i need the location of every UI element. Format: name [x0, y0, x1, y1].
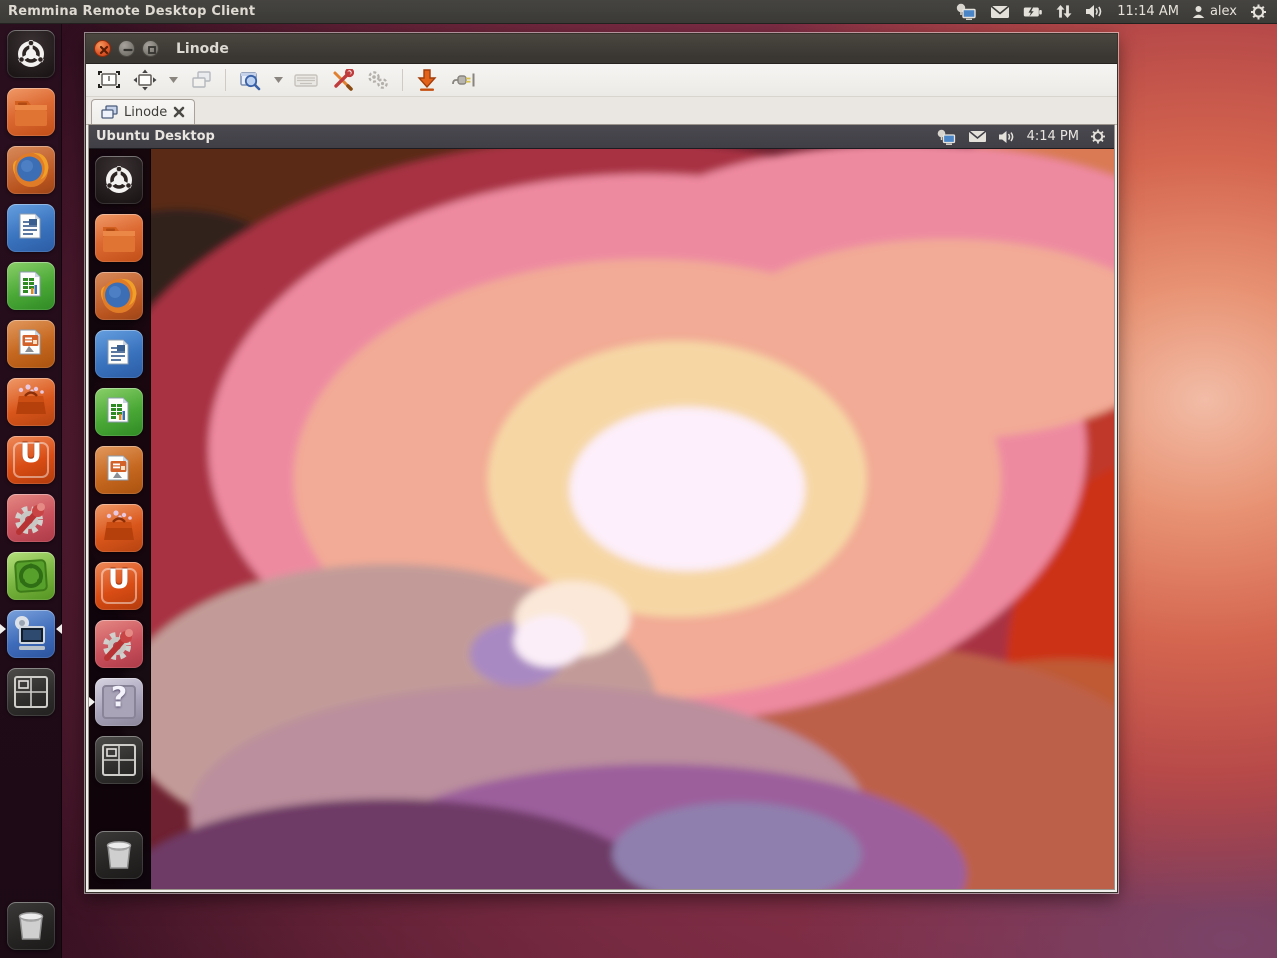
remote-rd-indicator-icon[interactable] — [936, 129, 957, 145]
remote-clock[interactable]: 4:14 PM — [1027, 129, 1079, 144]
desktop: Remmina Remote Desktop Client 11:14 AM a… — [0, 0, 1277, 958]
fit-window-menu-caret[interactable] — [166, 67, 180, 93]
battery-indicator-icon[interactable] — [1023, 6, 1043, 18]
fit-window-button[interactable] — [130, 67, 160, 93]
volume-indicator-icon[interactable] — [1085, 4, 1104, 19]
host-clock[interactable]: 11:14 AM — [1117, 4, 1179, 19]
remote-launcher-item-ubuntu-dash[interactable] — [95, 156, 143, 204]
launcher-item-remmina[interactable] — [7, 610, 55, 658]
minimize-button[interactable] — [118, 40, 135, 57]
remote-desktop-viewer[interactable]: Ubuntu Desktop 4:14 PM — [89, 125, 1114, 889]
remote-launcher-item-system-settings[interactable] — [95, 620, 143, 668]
grab-keyboard-button[interactable] — [291, 67, 321, 93]
launcher-item-ubuntu-dash[interactable] — [7, 30, 55, 78]
remote-focused-arrow — [89, 697, 95, 707]
tab-close-icon[interactable] — [173, 106, 185, 118]
remote-unity-launcher: U ? — [89, 149, 151, 889]
launcher-item-ubuntu-software-center[interactable] — [7, 378, 55, 426]
user-menu[interactable]: alex — [1192, 4, 1237, 19]
toolbar-separator — [402, 69, 403, 91]
remmina-window: Linode — [85, 33, 1118, 893]
remote-launcher-item-ubuntu-one[interactable]: U — [95, 562, 143, 610]
remote-launcher-item-ubuntu-software-center[interactable] — [95, 504, 143, 552]
launcher-item-trash[interactable] — [7, 902, 55, 950]
remote-ubuntu-one-letter: U — [95, 564, 143, 595]
launcher-item-workspace-switcher[interactable] — [7, 668, 55, 716]
user-icon — [1192, 5, 1205, 19]
duplicate-connection-button[interactable] — [186, 67, 216, 93]
scaled-mode-menu-caret[interactable] — [271, 67, 285, 93]
tab-label: Linode — [124, 105, 167, 120]
unknown-app-glyph: ? — [95, 680, 143, 713]
close-button[interactable] — [94, 40, 111, 57]
session-gear-icon[interactable] — [1250, 4, 1267, 20]
launcher-item-firefox[interactable] — [7, 146, 55, 194]
username: alex — [1210, 4, 1237, 19]
launcher-item-libreoffice-writer[interactable] — [7, 204, 55, 252]
remote-launcher-item-workspace-switcher[interactable] — [95, 736, 143, 784]
launcher-item-libreoffice-impress[interactable] — [7, 320, 55, 368]
save-screenshot-button[interactable] — [412, 67, 442, 93]
remote-desktop-indicator-icon[interactable] — [955, 3, 977, 20]
launcher-item-home-folder[interactable] — [7, 88, 55, 136]
tools-button[interactable] — [327, 67, 357, 93]
remote-top-panel: Ubuntu Desktop 4:14 PM — [89, 125, 1114, 149]
remote-launcher-item-libreoffice-writer[interactable] — [95, 330, 143, 378]
remote-panel-title: Ubuntu Desktop — [96, 129, 215, 144]
remote-tray: 4:14 PM — [936, 129, 1114, 145]
remote-mail-icon[interactable] — [968, 130, 987, 143]
window-titlebar[interactable]: Linode — [86, 34, 1117, 64]
active-app-title: Remmina Remote Desktop Client — [8, 4, 255, 19]
maximize-button[interactable] — [142, 40, 159, 57]
remote-launcher-item-firefox[interactable] — [95, 272, 143, 320]
scaled-mode-button[interactable] — [235, 67, 265, 93]
tab-linode[interactable]: Linode — [91, 99, 195, 124]
launcher-item-system-settings[interactable] — [7, 494, 55, 542]
remote-launcher-item-home-folder[interactable] — [95, 214, 143, 262]
launcher-item-ubuntu-one[interactable]: U — [7, 436, 55, 484]
remmina-running-arrow — [0, 624, 6, 634]
remote-launcher-item-libreoffice-calc[interactable] — [95, 388, 143, 436]
disconnect-button[interactable] — [448, 67, 478, 93]
remote-launcher-item-libreoffice-impress[interactable] — [95, 446, 143, 494]
fullscreen-button[interactable] — [94, 67, 124, 93]
remote-launcher-item-unknown-app[interactable]: ? — [95, 678, 143, 726]
tab-connection-icon — [101, 105, 118, 119]
remmina-focused-arrow — [56, 624, 62, 634]
toolbar-separator — [225, 69, 226, 91]
remote-launcher-item-trash[interactable] — [95, 831, 143, 879]
mail-indicator-icon[interactable] — [990, 5, 1010, 19]
launcher-item-software-updater[interactable] — [7, 552, 55, 600]
host-tray: 11:14 AM alex — [955, 3, 1277, 20]
remote-session-gear-icon[interactable] — [1090, 129, 1106, 144]
remote-volume-icon[interactable] — [998, 130, 1016, 144]
tab-strip: Linode — [86, 97, 1117, 125]
unity-launcher: U — [0, 24, 62, 958]
launcher-item-libreoffice-calc[interactable] — [7, 262, 55, 310]
remote-wallpaper — [89, 149, 1114, 889]
preferences-button[interactable] — [363, 67, 393, 93]
network-arrows-icon[interactable] — [1056, 4, 1072, 19]
window-title: Linode — [176, 41, 229, 57]
ubuntu-one-letter: U — [7, 438, 55, 469]
remmina-toolbar — [86, 64, 1117, 97]
host-top-panel: Remmina Remote Desktop Client 11:14 AM a… — [0, 0, 1277, 24]
